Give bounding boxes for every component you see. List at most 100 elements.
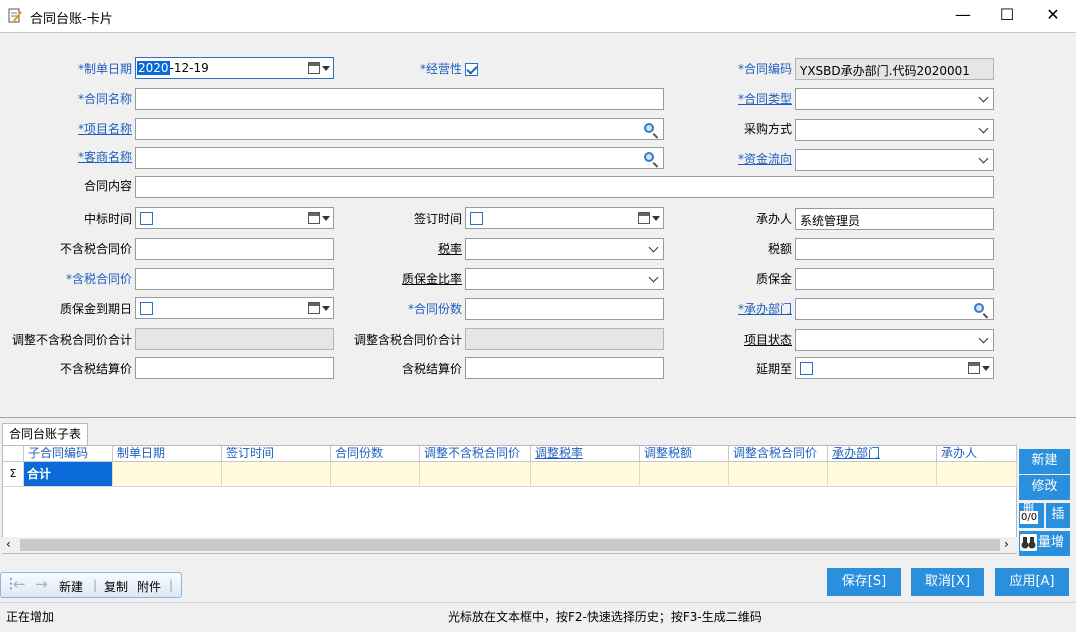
calendar-icon[interactable] bbox=[968, 362, 980, 374]
close-button[interactable]: ✕ bbox=[1030, 0, 1076, 32]
purchase-method-select[interactable] bbox=[795, 119, 994, 141]
toolbar-new-button[interactable]: 新建 bbox=[59, 578, 83, 595]
copies-input[interactable] bbox=[465, 298, 664, 320]
calendar-icon[interactable] bbox=[308, 212, 320, 224]
dropdown-arrow-icon[interactable] bbox=[652, 216, 660, 221]
status-hint: 光标放在文本框中，按F2-快速选择历史；按F3-生成二维码 bbox=[448, 610, 762, 624]
bid-time-field[interactable] bbox=[135, 207, 334, 229]
retention-ratio-label[interactable]: 质保金比率 bbox=[380, 269, 462, 289]
toolbar-copy-button[interactable]: 复制 bbox=[104, 578, 128, 595]
scroll-left-icon[interactable]: ‹ bbox=[6, 537, 11, 551]
contract-type-label[interactable]: *合同类型 bbox=[720, 89, 792, 109]
sum-cell[interactable] bbox=[222, 462, 331, 487]
customer-name-label[interactable]: *客商名称 bbox=[60, 147, 132, 167]
apply-button[interactable]: 应用[A] bbox=[995, 568, 1069, 596]
dropdown-arrow-icon[interactable] bbox=[982, 366, 990, 371]
dropdown-arrow-icon[interactable] bbox=[322, 66, 330, 71]
col-copies[interactable]: 合同份数 bbox=[331, 446, 420, 462]
sign-time-checkbox[interactable] bbox=[470, 212, 483, 225]
minimize-button[interactable]: — bbox=[940, 0, 986, 32]
col-dept[interactable]: 承办部门 bbox=[828, 446, 937, 462]
sum-cell[interactable] bbox=[531, 462, 640, 487]
subtable-delete-button[interactable]: 删 0/0 bbox=[1019, 502, 1044, 528]
col-sign-time[interactable]: 签订时间 bbox=[222, 446, 331, 462]
col-date[interactable]: 制单日期 bbox=[113, 446, 222, 462]
horizontal-scrollbar[interactable]: ‹ › bbox=[2, 537, 1017, 553]
price-ex-tax-input[interactable] bbox=[135, 238, 334, 260]
project-name-label[interactable]: *项目名称 bbox=[60, 119, 132, 139]
chevron-down-icon bbox=[978, 92, 989, 103]
dropdown-arrow-icon[interactable] bbox=[322, 216, 330, 221]
sum-cell[interactable] bbox=[729, 462, 828, 487]
dropdown-arrow-icon[interactable] bbox=[322, 306, 330, 311]
date-label: *制单日期 bbox=[77, 62, 132, 76]
maximize-button[interactable]: ☐ bbox=[984, 0, 1030, 32]
calendar-icon[interactable] bbox=[308, 302, 320, 314]
search-icon[interactable] bbox=[644, 152, 654, 162]
retention-due-field[interactable] bbox=[135, 297, 334, 319]
sum-cell[interactable] bbox=[937, 462, 1017, 487]
col-adj-inc[interactable]: 调整含税合同价 bbox=[729, 446, 828, 462]
project-name-input[interactable] bbox=[135, 118, 664, 140]
sign-time-field[interactable] bbox=[465, 207, 664, 229]
sum-cell[interactable] bbox=[420, 462, 531, 487]
scroll-right-icon[interactable]: › bbox=[1004, 537, 1009, 551]
calendar-icon[interactable] bbox=[638, 212, 650, 224]
fund-flow-label[interactable]: *资金流向 bbox=[720, 149, 792, 169]
sum-cell[interactable] bbox=[640, 462, 729, 487]
bid-time-checkbox[interactable] bbox=[140, 212, 153, 225]
col-handler[interactable]: 承办人 bbox=[937, 446, 1017, 462]
subtable-new-button[interactable]: 新建 bbox=[1019, 449, 1070, 474]
cancel-button[interactable]: 取消[X] bbox=[911, 568, 984, 596]
retention-input[interactable] bbox=[795, 268, 994, 290]
settle-ex-input[interactable] bbox=[135, 357, 334, 379]
retention-due-checkbox[interactable] bbox=[140, 302, 153, 315]
search-icon[interactable] bbox=[644, 123, 654, 133]
toolbar-separator: | bbox=[169, 578, 174, 592]
retention-label: 质保金 bbox=[755, 272, 792, 286]
price-inc-tax-input[interactable] bbox=[135, 268, 334, 290]
toolbar-separator: | bbox=[93, 578, 98, 592]
adj-ex-total-field bbox=[135, 328, 334, 350]
back-arrow-icon[interactable]: ← bbox=[13, 575, 26, 593]
sum-cell[interactable] bbox=[331, 462, 420, 487]
tax-rate-select[interactable] bbox=[465, 238, 664, 260]
extend-to-field[interactable] bbox=[795, 357, 994, 379]
project-status-label[interactable]: 项目状态 bbox=[720, 330, 792, 350]
toolbar-attach-button[interactable]: 附件 bbox=[137, 578, 161, 595]
customer-name-input[interactable] bbox=[135, 147, 664, 169]
tax-amount-input[interactable] bbox=[795, 238, 994, 260]
extend-to-checkbox[interactable] bbox=[800, 362, 813, 375]
tax-rate-label[interactable]: 税率 bbox=[390, 239, 462, 259]
dept-label[interactable]: *承办部门 bbox=[720, 299, 792, 319]
sum-row-label[interactable]: 合计 bbox=[24, 462, 113, 487]
retention-ratio-select[interactable] bbox=[465, 268, 664, 290]
dept-input[interactable] bbox=[795, 298, 994, 320]
subtable-batch-button[interactable]: 量增 bbox=[1019, 531, 1070, 556]
col-sub-code[interactable]: 子合同编码 bbox=[24, 446, 113, 462]
forward-arrow-icon[interactable]: → bbox=[35, 575, 48, 593]
adj-ex-total-label: 调整不含税合同价合计 bbox=[11, 333, 132, 347]
contract-name-input[interactable] bbox=[135, 88, 664, 110]
contract-type-select[interactable] bbox=[795, 88, 994, 110]
scroll-thumb[interactable] bbox=[20, 539, 1000, 551]
sum-cell[interactable] bbox=[828, 462, 937, 487]
handler-input[interactable]: 系统管理员 bbox=[795, 208, 994, 230]
col-adj-rate[interactable]: 调整税率 bbox=[531, 446, 640, 462]
search-icon[interactable] bbox=[974, 303, 984, 313]
date-year: 2020 bbox=[137, 61, 170, 75]
sum-cell[interactable] bbox=[113, 462, 222, 487]
project-status-select[interactable] bbox=[795, 329, 994, 351]
col-adj-ex[interactable]: 调整不含税合同价 bbox=[420, 446, 531, 462]
date-field[interactable]: 2020-12-19 bbox=[135, 57, 334, 79]
contract-content-input[interactable] bbox=[135, 176, 994, 198]
tab-subtable[interactable]: 合同台账子表 bbox=[2, 423, 88, 445]
save-button[interactable]: 保存[S] bbox=[827, 568, 901, 596]
fund-flow-select[interactable] bbox=[795, 149, 994, 171]
operating-checkbox[interactable] bbox=[465, 63, 478, 76]
col-adj-tax[interactable]: 调整税额 bbox=[640, 446, 729, 462]
chevron-down-icon bbox=[648, 272, 659, 283]
settle-inc-input[interactable] bbox=[465, 357, 664, 379]
subtable-insert-button[interactable]: 插 bbox=[1046, 503, 1070, 528]
calendar-icon[interactable] bbox=[308, 62, 320, 74]
